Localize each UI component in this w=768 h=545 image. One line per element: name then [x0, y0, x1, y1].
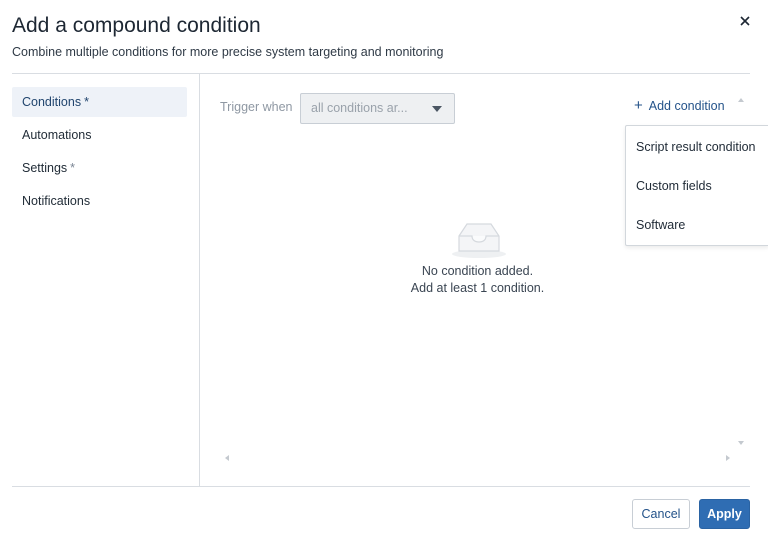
trigger-label: Trigger when [220, 100, 293, 114]
sidebar-item-label: Conditions [22, 95, 82, 109]
trigger-select[interactable]: all conditions ar... [300, 93, 455, 124]
close-button[interactable] [736, 12, 754, 30]
close-icon [740, 16, 750, 26]
apply-button[interactable]: Apply [699, 499, 750, 529]
menu-item-software[interactable]: Software [626, 206, 768, 245]
dialog-subtitle: Combine multiple conditions for more pre… [12, 45, 444, 59]
menu-item-custom-fields[interactable]: Custom fields [626, 167, 768, 206]
required-mark: * [84, 95, 89, 109]
add-condition-menu: Script result condition Custom fields So… [625, 125, 768, 246]
empty-inbox-icon [452, 223, 506, 258]
cancel-button[interactable]: Cancel [632, 499, 690, 529]
sidebar-item-settings[interactable]: Settings * [12, 153, 187, 183]
dialog-title: Add a compound condition [12, 14, 261, 37]
sidebar-nav: Conditions * Automations Settings * Notifi… [12, 74, 200, 486]
menu-item-script-result[interactable]: Script result condition [626, 128, 768, 167]
sidebar-item-label: Settings [22, 161, 68, 175]
scroll-down-arrow[interactable] [738, 441, 744, 445]
sidebar-item-automations[interactable]: Automations [12, 120, 187, 150]
conditions-panel: Trigger when all conditions ar... + Add … [201, 74, 768, 486]
sidebar-item-conditions[interactable]: Conditions * [12, 87, 187, 117]
sidebar-item-label: Automations [22, 128, 92, 142]
required-mark: * [70, 161, 76, 175]
empty-state-hint: Add at least 1 condition. [410, 281, 545, 295]
empty-state-title: No condition added. [421, 264, 534, 278]
scroll-left-arrow[interactable] [225, 455, 229, 461]
sidebar-item-label: Notifications [22, 194, 91, 208]
sidebar-item-notifications[interactable]: Notifications [12, 186, 187, 216]
trigger-select-value: all conditions ar... [311, 101, 408, 115]
footer-divider [12, 486, 750, 487]
plus-icon: + [634, 97, 643, 114]
scroll-right-arrow[interactable] [726, 455, 730, 461]
scroll-up-arrow[interactable] [738, 98, 744, 102]
caret-down-icon [432, 106, 442, 112]
add-condition-button[interactable]: + Add condition [634, 97, 725, 114]
add-condition-label: Add condition [648, 99, 725, 113]
dialog-header: Add a compound condition Combine multipl… [12, 12, 756, 72]
